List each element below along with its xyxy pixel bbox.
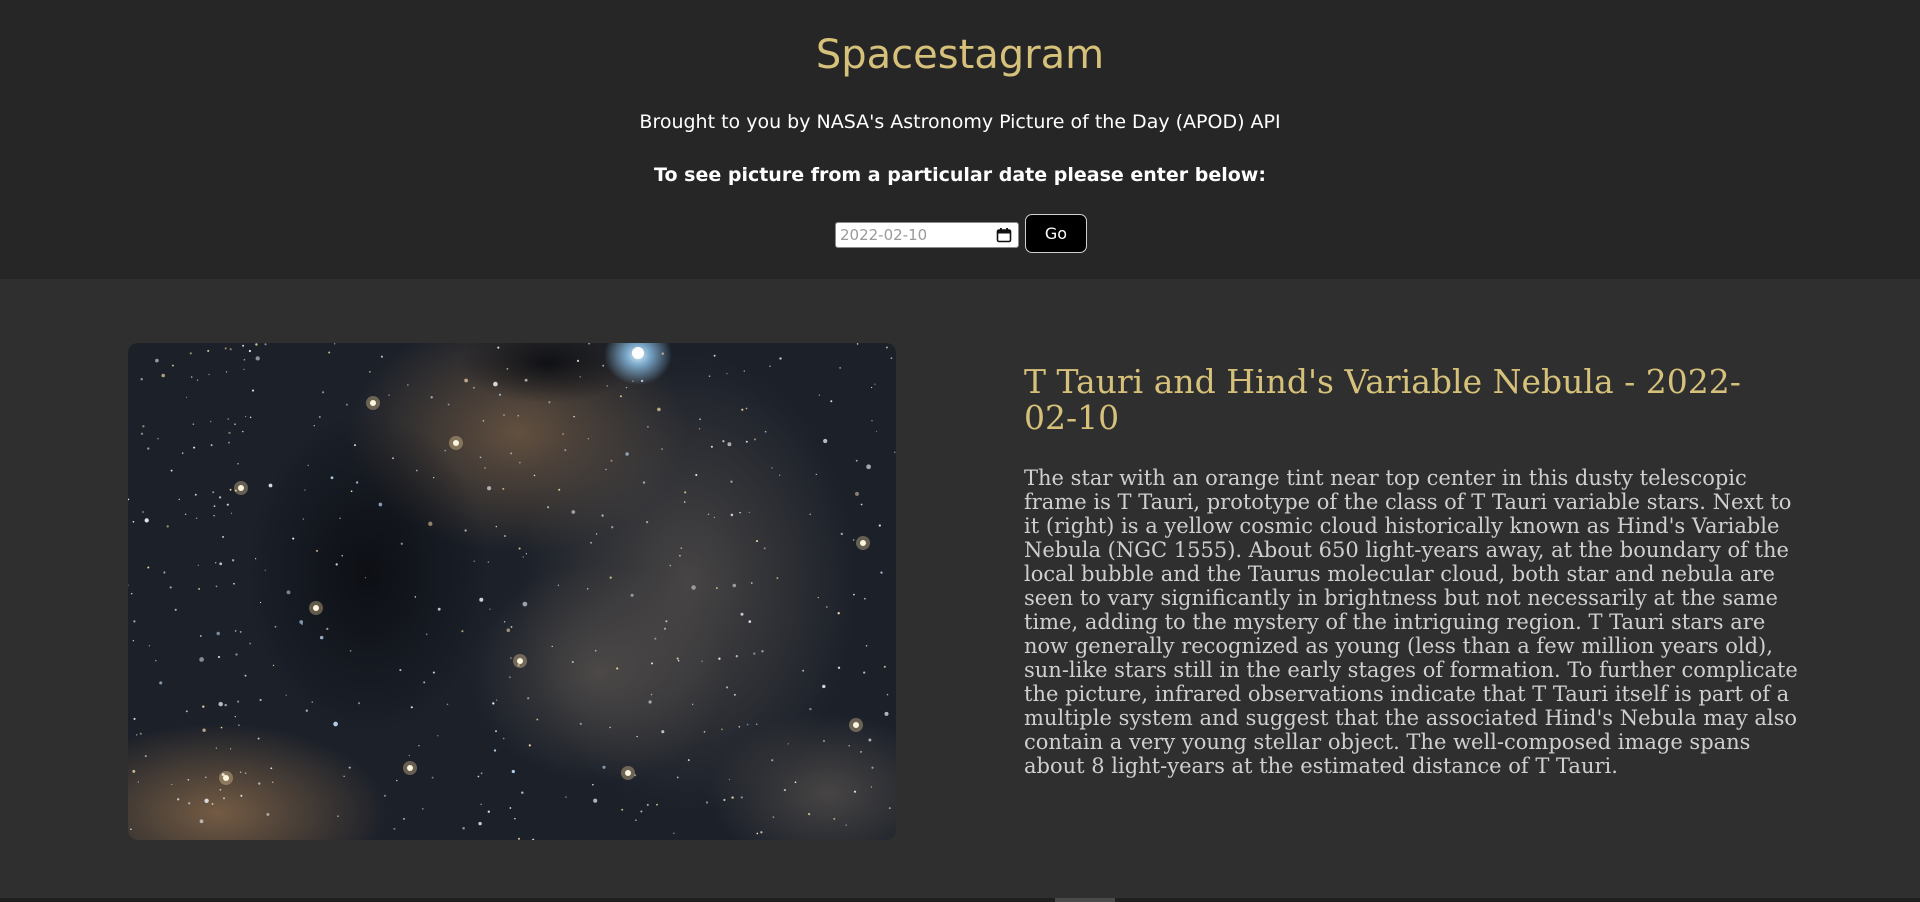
site-subtitle: Brought to you by NASA's Astronomy Pictu… bbox=[639, 111, 1281, 133]
apod-title: T Tauri and Hind's Variable Nebula - 202… bbox=[1024, 362, 1741, 437]
apod-description: The star with an orange tint near top ce… bbox=[1024, 466, 1798, 778]
date-input[interactable]: 2022-02-10 bbox=[835, 222, 1019, 248]
date-prompt: To see picture from a particular date pl… bbox=[654, 164, 1266, 186]
scrollbar-thumb[interactable] bbox=[1055, 898, 1115, 902]
date-input-value: 2022-02-10 bbox=[840, 226, 928, 244]
site-title: Spacestagram bbox=[815, 32, 1105, 78]
calendar-icon[interactable] bbox=[996, 227, 1012, 243]
page-bottom-edge bbox=[0, 898, 1920, 902]
apod-image bbox=[128, 343, 896, 840]
header: Spacestagram Brought to you by NASA's As… bbox=[0, 0, 1920, 279]
go-button[interactable]: Go bbox=[1025, 214, 1087, 253]
